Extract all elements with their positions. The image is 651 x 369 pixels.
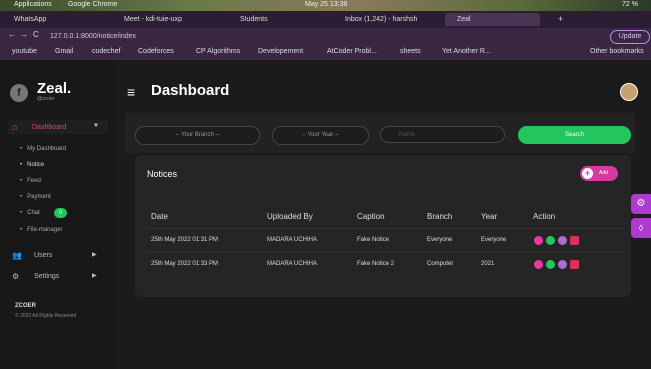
chat-badge: 0 bbox=[54, 208, 67, 218]
sidebar-item-feed[interactable]: • Feed bbox=[20, 178, 41, 184]
cell-caption: Fake Notice 2 bbox=[357, 261, 395, 267]
users-icon: 👥 bbox=[12, 251, 22, 260]
bookmark-youtube[interactable]: youtube bbox=[12, 48, 37, 55]
sidebar-item-payment[interactable]: • Payment bbox=[20, 194, 51, 200]
sidebar-item-my-dashboard[interactable]: • My Dashboard bbox=[20, 146, 66, 152]
download-icon[interactable] bbox=[546, 260, 555, 269]
add-label: Add bbox=[599, 170, 608, 176]
cell-date: 25th May 2022 01:33 PM bbox=[151, 261, 219, 267]
chevron-down-icon: ▼ bbox=[93, 123, 99, 129]
sidebar-item-notice[interactable]: • Notice bbox=[20, 162, 44, 168]
cell-year: Everyone bbox=[481, 237, 507, 243]
tab-strip: WhatsApp Meet - kdi-tuie-uxp Students In… bbox=[0, 11, 651, 28]
bookmark-sheets[interactable]: sheets bbox=[400, 48, 421, 55]
notices-title: Notices bbox=[147, 169, 178, 179]
add-button[interactable]: + Add bbox=[580, 166, 618, 181]
battery-label: 72 % bbox=[622, 1, 638, 8]
logo-icon: f bbox=[10, 84, 28, 102]
tab-inbox[interactable]: Inbox (1,242) - harshsh bbox=[345, 13, 435, 26]
reload-icon[interactable]: C bbox=[33, 30, 39, 39]
chevron-right-icon: ▶ bbox=[92, 273, 97, 279]
tab-whatsapp[interactable]: WhatsApp bbox=[14, 13, 114, 26]
edit-icon[interactable] bbox=[558, 260, 567, 269]
col-date: Date bbox=[151, 212, 168, 221]
delete-icon[interactable] bbox=[570, 260, 579, 269]
cell-uploaded-by: MADARA UCHIHA bbox=[267, 261, 318, 267]
brand-user: @zcoer bbox=[37, 96, 55, 102]
menu-icon[interactable]: ≡ bbox=[127, 84, 135, 100]
update-button[interactable]: Update bbox=[610, 30, 650, 44]
cell-caption: Fake Notice bbox=[357, 237, 390, 243]
os-clock[interactable]: May 25 13:38 bbox=[305, 1, 347, 8]
footer-copy: © 2022 All Rights Reserved bbox=[15, 313, 77, 319]
delete-icon[interactable] bbox=[570, 236, 579, 245]
tab-meet[interactable]: Meet - kdi-tuie-uxp bbox=[124, 13, 234, 26]
col-caption: Caption bbox=[357, 212, 385, 221]
view-icon[interactable] bbox=[534, 260, 543, 269]
col-uploaded-by: Uploaded By bbox=[267, 212, 313, 221]
url-input[interactable]: 127.0.0.1:8000/notice/index bbox=[50, 30, 530, 43]
name-input[interactable]: Name bbox=[380, 126, 505, 143]
page-title: Dashboard bbox=[151, 82, 230, 99]
other-bookmarks[interactable]: Other bookmarks bbox=[590, 48, 644, 55]
settings-float-icon[interactable]: ⚙ bbox=[631, 194, 651, 214]
new-tab-icon[interactable]: + bbox=[558, 13, 563, 26]
bookmark-codechef[interactable]: codechef bbox=[92, 48, 120, 55]
sidebar-item-chat[interactable]: • Chat bbox=[20, 210, 40, 216]
cell-year: 2021 bbox=[481, 261, 495, 267]
view-icon[interactable] bbox=[534, 236, 543, 245]
tab-zeal[interactable]: Zeal bbox=[445, 13, 540, 26]
os-top-bar: Applications Google Chrome May 25 13:38 … bbox=[0, 0, 651, 11]
avatar[interactable] bbox=[620, 83, 638, 101]
bookmark-gmail[interactable]: Gmail bbox=[55, 48, 73, 55]
tab-students[interactable]: Students bbox=[240, 13, 340, 26]
active-app-label: Google Chrome bbox=[68, 1, 118, 8]
sidebar-item-file-manager[interactable]: • File-manager bbox=[20, 227, 62, 233]
edit-icon[interactable] bbox=[558, 236, 567, 245]
col-year: Year bbox=[481, 212, 498, 221]
search-button[interactable]: Search bbox=[518, 126, 631, 144]
sidebar-dashboard-label: Dashboard bbox=[32, 124, 67, 131]
footer-title: ZCOER bbox=[15, 303, 36, 309]
divider bbox=[145, 252, 625, 253]
theme-drop-icon[interactable]: ◊ bbox=[631, 218, 651, 238]
year-select[interactable]: -- Your Year -- bbox=[272, 126, 369, 145]
cell-branch: Everyone bbox=[427, 237, 453, 243]
home-icon: ⌂ bbox=[12, 122, 18, 132]
bookmark-developement[interactable]: Developement bbox=[258, 48, 303, 55]
back-icon[interactable]: ← bbox=[8, 30, 16, 39]
cell-uploaded-by: MADARA UCHIHA bbox=[267, 237, 318, 243]
chevron-right-icon: ▶ bbox=[92, 252, 97, 258]
download-icon[interactable] bbox=[546, 236, 555, 245]
brand-name: Zeal. bbox=[37, 80, 72, 97]
forward-icon[interactable]: → bbox=[20, 30, 28, 39]
col-branch: Branch bbox=[427, 212, 453, 221]
bookmark-atcoder[interactable]: AtCoder Probl... bbox=[327, 48, 377, 55]
settings-icon: ⚙ bbox=[12, 272, 20, 281]
bookmark-cp-algorithms[interactable]: CP Algorithms bbox=[196, 48, 240, 55]
sidebar-item-users[interactable]: Users bbox=[34, 252, 52, 259]
plus-icon: + bbox=[582, 168, 593, 179]
sidebar-item-settings[interactable]: Settings bbox=[34, 273, 59, 280]
bookmark-yet-another[interactable]: Yet Another R... bbox=[442, 48, 491, 55]
bookmark-codeforces[interactable]: Codeforces bbox=[138, 48, 174, 55]
cell-date: 25th May 2022 01:31 PM bbox=[151, 237, 219, 243]
branch-select[interactable]: -- Your Branch -- bbox=[135, 126, 260, 145]
applications-menu[interactable]: Applications bbox=[14, 1, 52, 8]
col-action: Action bbox=[533, 212, 556, 221]
notices-card bbox=[135, 155, 631, 297]
cell-branch: Computer bbox=[427, 261, 454, 267]
divider bbox=[145, 228, 625, 229]
